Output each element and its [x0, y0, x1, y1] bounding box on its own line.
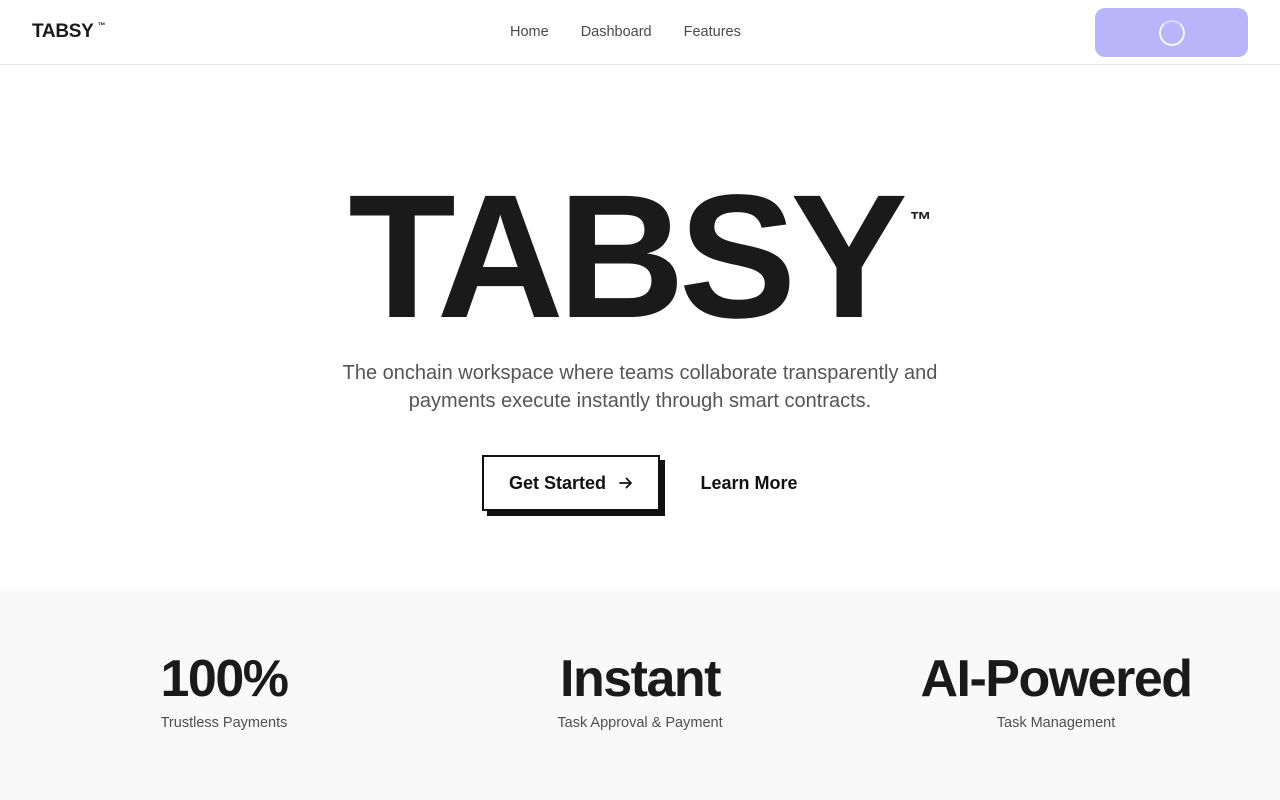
- hero-subtitle: The onchain workspace where teams collab…: [342, 362, 938, 412]
- cta-row: Get Started Learn More: [0, 455, 1280, 511]
- stat-instant: Instant Task Approval & Payment: [440, 649, 840, 733]
- stat-value: 100%: [160, 650, 290, 708]
- brand-trademark: ™: [97, 21, 106, 30]
- hero-title: TABSY: [348, 159, 907, 355]
- stat-label: Task Approval & Payment: [557, 715, 723, 731]
- stat-value: AI-Powered: [920, 650, 1193, 708]
- hero-trademark: ™: [909, 207, 932, 232]
- top-navbar: TABSY ™ Home Dashboard Features: [0, 0, 1280, 65]
- learn-more-button[interactable]: Learn More: [700, 473, 797, 494]
- stat-value: Instant: [560, 650, 721, 708]
- get-started-button[interactable]: Get Started: [482, 455, 661, 511]
- arrow-right-icon: [619, 477, 632, 489]
- hero-section: TABSY ™ The onchain workspace where team…: [0, 65, 1280, 591]
- brand-logo[interactable]: TABSY ™: [32, 20, 105, 43]
- get-started-label: Get Started: [508, 472, 606, 493]
- stat-ai-powered: AI-Powered Task Management: [856, 649, 1256, 733]
- main-nav: Home Dashboard Features: [510, 22, 741, 42]
- stat-label: Trustless Payments: [160, 715, 288, 731]
- nav-link-features[interactable]: Features: [684, 22, 741, 42]
- stat-trustless-payments: 100% Trustless Payments: [24, 649, 424, 733]
- stat-label: Task Management: [996, 715, 1116, 731]
- connect-wallet-button[interactable]: [1095, 8, 1248, 57]
- nav-link-home[interactable]: Home: [510, 22, 549, 42]
- brand-name: TABSY: [32, 21, 94, 42]
- spinner-icon: [1158, 19, 1185, 46]
- nav-link-dashboard[interactable]: Dashboard: [581, 22, 652, 42]
- hero-title-wrap: TABSY ™: [0, 159, 1280, 355]
- stats-section: 100% Trustless Payments Instant Task App…: [0, 591, 1280, 800]
